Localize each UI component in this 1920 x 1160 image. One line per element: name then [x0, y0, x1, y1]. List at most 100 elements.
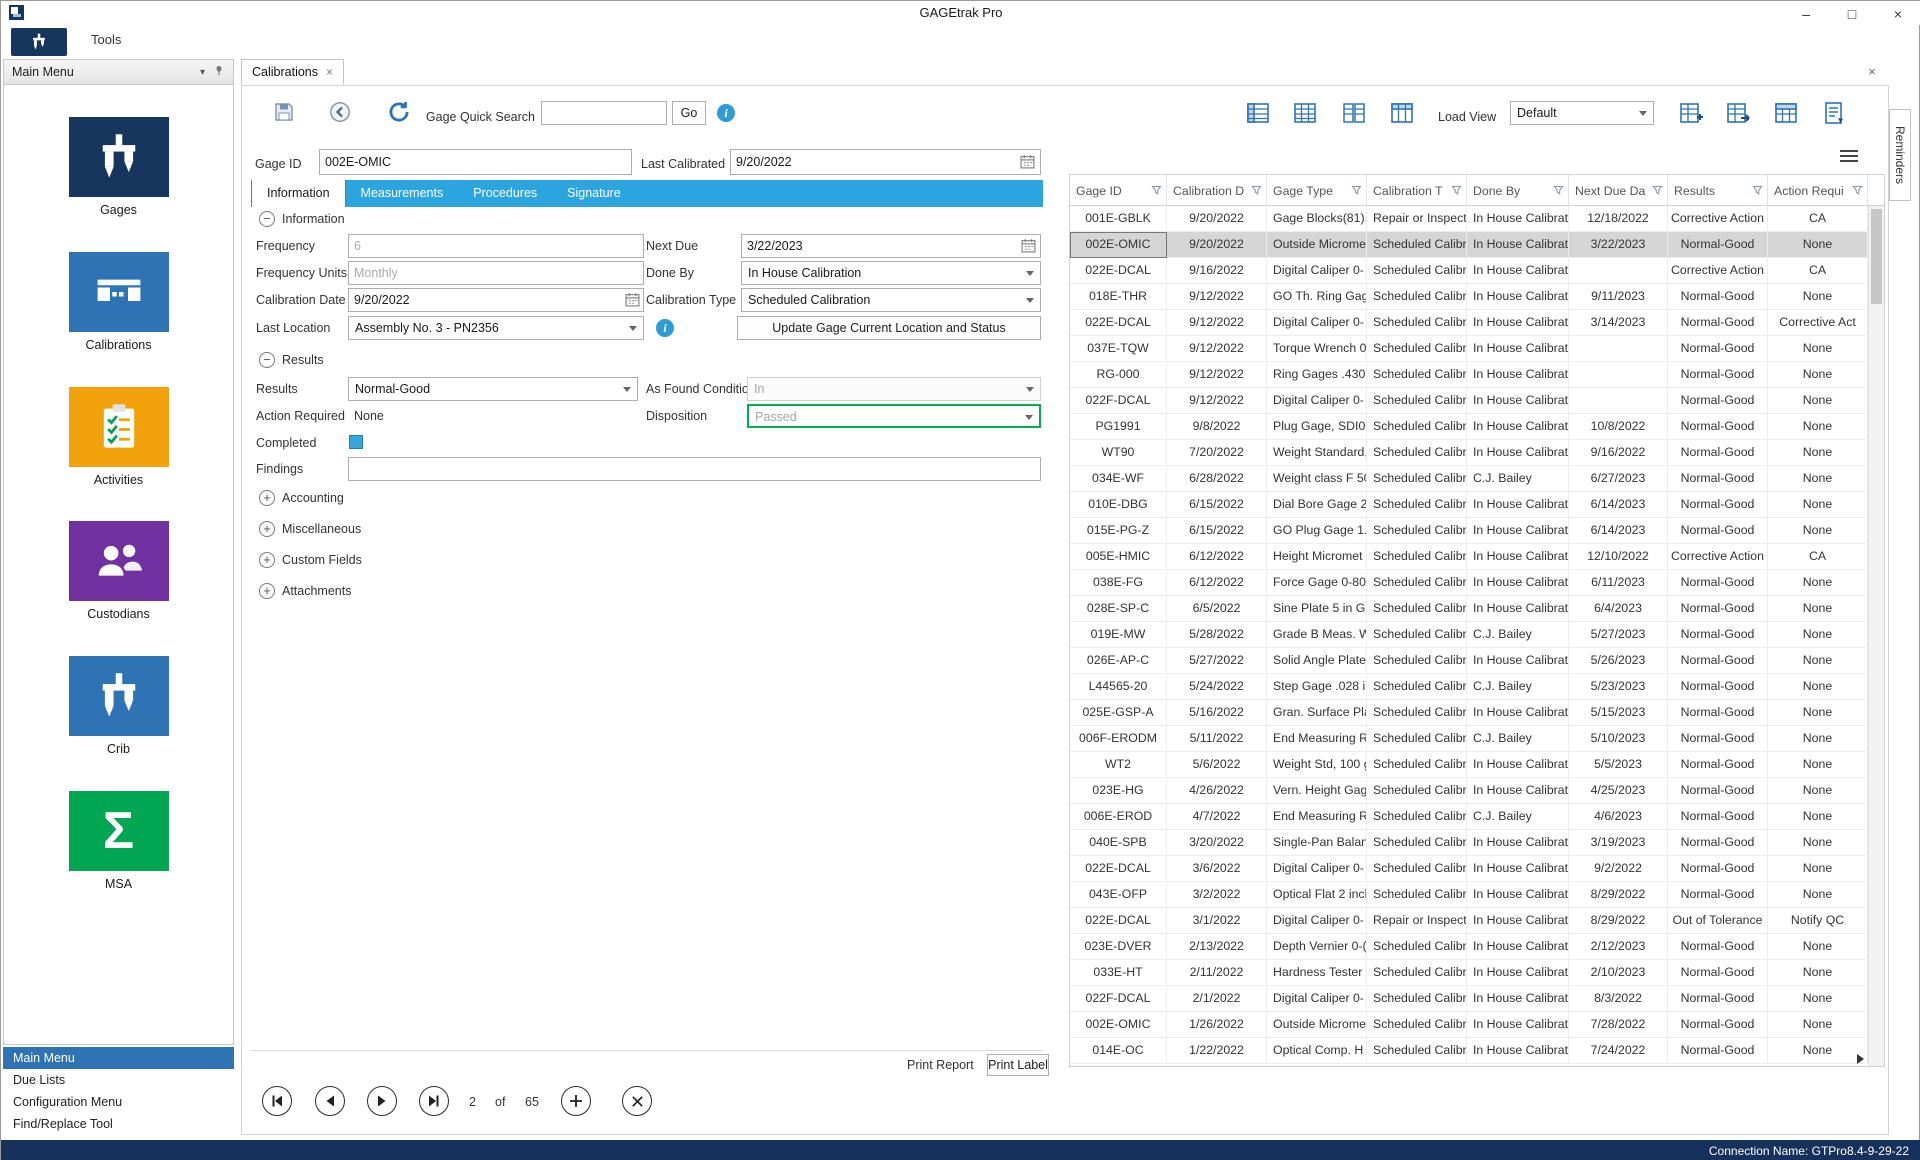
grid-cell[interactable]: Weight class F 50 — [1267, 466, 1367, 492]
view-split-button[interactable] — [1341, 100, 1367, 126]
grid-cell[interactable]: Scheduled Calibr — [1367, 310, 1467, 336]
info-icon[interactable]: i — [717, 104, 735, 122]
grid-cell[interactable]: Digital Caliper 0- — [1267, 310, 1367, 336]
quick-search-input[interactable] — [541, 101, 667, 125]
grid-cell[interactable]: Normal-Good — [1668, 570, 1768, 596]
grid-cell[interactable]: Ring Gages .430 — [1267, 362, 1367, 388]
grid-row-L44565-20[interactable]: L44565-20 5/24/2022 Step Gage .028 ir Sched… — [1070, 674, 1884, 700]
main-menu-header[interactable]: Main Menu ▾ — [3, 59, 234, 85]
refresh-button[interactable] — [386, 99, 412, 125]
grid-cell[interactable]: 5/26/2023 — [1569, 648, 1668, 674]
grid-cell[interactable]: Normal-Good — [1668, 310, 1768, 336]
grid-cell[interactable]: Normal-Good — [1668, 440, 1768, 466]
grid-cell[interactable]: 9/12/2022 — [1167, 310, 1267, 336]
tab-calibrations[interactable]: Calibrations × — [241, 59, 345, 85]
grid-cell[interactable]: Weight Standard, — [1267, 440, 1367, 466]
grid-cell[interactable]: Vern. Height Gag — [1267, 778, 1367, 804]
grid-row-022F-DCAL[interactable]: 022F-DCAL 9/12/2022 Digital Caliper 0- Sche… — [1070, 388, 1884, 414]
grid-cell[interactable]: Scheduled Calibr — [1367, 362, 1467, 388]
grid-cell[interactable]: 023E-HG — [1070, 778, 1167, 804]
tab-measurements[interactable]: Measurements — [346, 180, 459, 207]
grid-cell[interactable]: None — [1768, 232, 1868, 258]
go-button[interactable]: Go — [672, 101, 706, 125]
grid-cell[interactable]: 5/27/2022 — [1167, 648, 1267, 674]
grid-cell[interactable]: 5/23/2023 — [1569, 674, 1668, 700]
grid-cell[interactable] — [1569, 258, 1668, 284]
grid-cell[interactable]: C.J. Bailey — [1467, 674, 1569, 700]
grid-cell[interactable]: 2/13/2022 — [1167, 934, 1267, 960]
grid-cell[interactable]: 5/11/2022 — [1167, 726, 1267, 752]
grid-cell[interactable]: Normal-Good — [1668, 700, 1768, 726]
grid-cell[interactable]: 040E-SPB — [1070, 830, 1167, 856]
grid-cell[interactable]: 9/2/2022 — [1569, 856, 1668, 882]
grid-export-button[interactable] — [1725, 100, 1751, 126]
view-columns-button[interactable] — [1389, 100, 1415, 126]
grid-row-026E-AP-C[interactable]: 026E-AP-C 5/27/2022 Solid Angle Plate Sched… — [1070, 648, 1884, 674]
grid-cell[interactable]: 5/28/2022 — [1167, 622, 1267, 648]
grid-cell[interactable]: 3/20/2022 — [1167, 830, 1267, 856]
grid-cell[interactable]: None — [1768, 492, 1868, 518]
grid-cell[interactable]: In House Calibrat — [1467, 414, 1569, 440]
grid-cell[interactable]: 2/11/2022 — [1167, 960, 1267, 986]
grid-cell[interactable]: GO Plug Gage 1.0 — [1267, 518, 1367, 544]
grid-cell[interactable]: Single-Pan Balan — [1267, 830, 1367, 856]
grid-cell[interactable]: Normal-Good — [1668, 726, 1768, 752]
pin-icon[interactable] — [213, 65, 225, 80]
grid-cell[interactable]: Normal-Good — [1668, 986, 1768, 1012]
chevron-down-icon[interactable]: ▾ — [200, 67, 205, 78]
grid-row-023E-HG[interactable]: 023E-HG 4/26/2022 Vern. Height Gag Schedule… — [1070, 778, 1884, 804]
grid-cell[interactable]: Scheduled Calibr — [1367, 570, 1467, 596]
grid-cell[interactable]: Normal-Good — [1668, 492, 1768, 518]
grid-cell[interactable]: 9/16/2022 — [1167, 258, 1267, 284]
grid-cell[interactable]: 6/4/2023 — [1569, 596, 1668, 622]
grid-cell[interactable]: Scheduled Calibr — [1367, 596, 1467, 622]
grid-cell[interactable]: None — [1768, 804, 1868, 830]
add-record-button[interactable] — [561, 1086, 591, 1116]
grid-row-022E-DCAL[interactable]: 022E-DCAL 9/16/2022 Digital Caliper 0- Sche… — [1070, 258, 1884, 284]
grid-cell[interactable]: In House Calibrat — [1467, 1012, 1569, 1038]
grid-cell[interactable]: Scheduled Calibr — [1367, 986, 1467, 1012]
grid-cell[interactable]: Scheduled Calibr — [1367, 700, 1467, 726]
grid-cell[interactable]: In House Calibrat — [1467, 648, 1569, 674]
grid-cell[interactable]: In House Calibrat — [1467, 960, 1569, 986]
grid-cell[interactable]: 4/6/2023 — [1569, 804, 1668, 830]
grid-cell[interactable]: Solid Angle Plate — [1267, 648, 1367, 674]
grid-row-033E-HT[interactable]: 033E-HT 2/11/2022 Hardness Tester F Schedul… — [1070, 960, 1884, 986]
grid-cell[interactable]: 3/22/2023 — [1569, 232, 1668, 258]
grid-cell[interactable]: Scheduled Calibr — [1367, 778, 1467, 804]
view-rows-button[interactable] — [1245, 100, 1271, 126]
grid-cell[interactable]: Normal-Good — [1668, 752, 1768, 778]
grid-cell[interactable]: Outside Microme — [1267, 232, 1367, 258]
grid-cell[interactable]: None — [1768, 700, 1868, 726]
grid-cell[interactable]: None — [1768, 986, 1868, 1012]
section-miscellaneous[interactable]: + Miscellaneous — [259, 521, 361, 537]
grid-row-015E-PG-Z[interactable]: 015E-PG-Z 6/15/2022 GO Plug Gage 1.0 Schedu… — [1070, 518, 1884, 544]
grid-cell[interactable]: Repair or Inspect — [1367, 206, 1467, 232]
grid-cell[interactable]: 6/15/2022 — [1167, 518, 1267, 544]
grid-cell[interactable]: 019E-MW — [1070, 622, 1167, 648]
calendar-icon[interactable] — [625, 292, 640, 307]
grid-cell[interactable]: Hardness Tester F — [1267, 960, 1367, 986]
grid-cell[interactable]: Scheduled Calibr — [1367, 960, 1467, 986]
grid-cell[interactable]: Plug Gage, SDI02 — [1267, 414, 1367, 440]
grid-cell[interactable]: None — [1768, 674, 1868, 700]
grid-cell[interactable]: In House Calibrat — [1467, 284, 1569, 310]
close-pane-icon[interactable]: × — [1863, 63, 1881, 81]
grid-cell[interactable]: 4/26/2022 — [1167, 778, 1267, 804]
grid-cell[interactable]: PG1991 — [1070, 414, 1167, 440]
vertical-scrollbar[interactable] — [1868, 206, 1884, 1066]
grid-cell[interactable]: Normal-Good — [1668, 778, 1768, 804]
grid-cell[interactable]: 6/14/2023 — [1569, 518, 1668, 544]
grid-cell[interactable]: Out of Tolerance — [1668, 908, 1768, 934]
grid-row-005E-HMIC[interactable]: 005E-HMIC 6/12/2022 Height Micromet Schedul… — [1070, 544, 1884, 570]
grid-cell[interactable]: Digital Caliper 0- — [1267, 388, 1367, 414]
grid-cell[interactable]: 023E-DVER — [1070, 934, 1167, 960]
grid-cell[interactable]: 12/10/2022 — [1569, 544, 1668, 570]
grid-cell[interactable]: 5/6/2022 — [1167, 752, 1267, 778]
grid-cell[interactable]: Normal-Good — [1668, 960, 1768, 986]
grid-cell[interactable]: Corrective Action — [1668, 258, 1768, 284]
grid-cell[interactable]: 1/26/2022 — [1167, 1012, 1267, 1038]
grid-cell[interactable]: 12/18/2022 — [1569, 206, 1668, 232]
grid-cell[interactable]: 033E-HT — [1070, 960, 1167, 986]
grid-cell[interactable]: 3/14/2023 — [1569, 310, 1668, 336]
